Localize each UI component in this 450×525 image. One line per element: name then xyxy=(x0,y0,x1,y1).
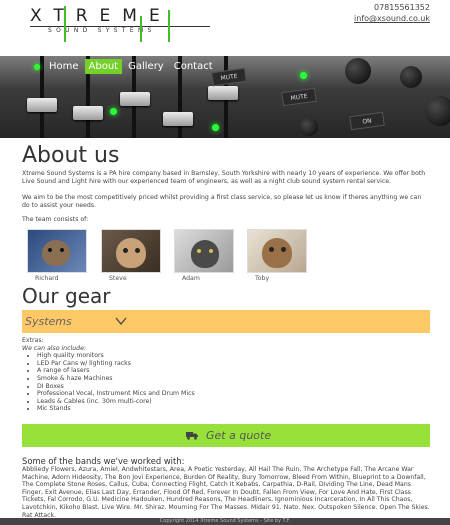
on-button-graphic: ON xyxy=(349,111,385,131)
team-member: Toby xyxy=(247,229,307,282)
get-quote-button[interactable]: Get a quote xyxy=(22,424,430,447)
site-footer: Copyright 2014 Xtreme Sound Systems - Si… xyxy=(0,518,450,525)
team-member-name: Toby xyxy=(255,275,270,282)
nav-item-contact[interactable]: Contact xyxy=(170,59,217,74)
list-item: LED Par Cans w/ lighting racks xyxy=(37,360,422,368)
rotary-knob xyxy=(345,58,371,84)
list-item: Mic Stands xyxy=(37,405,422,413)
phone-number: 07815561352 xyxy=(374,3,430,12)
fader-cap xyxy=(73,106,103,120)
about-section: About us Xtreme Sound Systems is a PA hi… xyxy=(22,143,430,223)
fader-cap xyxy=(208,86,238,100)
list-item: Smoke & haze Machines xyxy=(37,375,422,383)
team-member-name: Steve xyxy=(109,275,127,282)
logo-accent-bar xyxy=(140,16,142,42)
team-member-name: Adam xyxy=(182,275,200,282)
bands-list: Abbliedy Flowers, Azura, Amiel, Andwhite… xyxy=(22,466,430,519)
contact-info: 07815561352 info@xsound.co.uk xyxy=(354,2,430,24)
accordion-label: Systems xyxy=(25,315,72,328)
list-item: High quality monitors xyxy=(37,352,422,360)
extras-section: Extras: We can also include: High qualit… xyxy=(22,337,422,413)
team-member: Adam xyxy=(174,229,234,282)
site-header: XTREME SOUND SYSTEMS 07815561352 info@xs… xyxy=(0,0,450,56)
about-paragraph: Xtreme Sound Systems is a PA hire compan… xyxy=(22,170,426,185)
fader-cap xyxy=(120,92,150,106)
led-indicator xyxy=(110,108,117,115)
team-photo[interactable] xyxy=(101,229,161,273)
logo-accent-bar xyxy=(168,10,170,42)
email-link[interactable]: info@xsound.co.uk xyxy=(354,14,430,23)
team-member: Richard xyxy=(27,229,87,282)
quote-button-content: Get a quote xyxy=(186,429,271,442)
gear-title: Our gear xyxy=(22,284,111,308)
about-paragraph: We aim to be the most competitively pric… xyxy=(22,194,422,209)
mute-button-graphic: MUTE xyxy=(281,87,317,107)
hero-banner: MUTE MUTE ON Home About Gallery Contact xyxy=(0,56,450,138)
led-indicator xyxy=(300,72,307,79)
team-member: Steve xyxy=(101,229,161,282)
logo[interactable]: XTREME SOUND SYSTEMS xyxy=(30,6,212,42)
logo-accent-bar xyxy=(64,6,66,42)
chevron-down-icon xyxy=(115,317,127,326)
rotary-knob xyxy=(425,96,450,126)
quote-button-label: Get a quote xyxy=(206,429,272,442)
nav-indicator-dot xyxy=(34,64,40,70)
list-item: A range of lasers xyxy=(37,367,422,375)
nav-item-home[interactable]: Home xyxy=(45,59,83,74)
led-indicator xyxy=(212,124,219,131)
nav-item-gallery[interactable]: Gallery xyxy=(124,59,168,74)
rotary-knob xyxy=(400,66,422,88)
page-title: About us xyxy=(22,143,120,168)
extras-list: High quality monitors LED Par Cans w/ li… xyxy=(37,352,422,413)
rotary-knob xyxy=(300,118,318,136)
extras-title: Extras: xyxy=(22,337,44,344)
list-item: Professional Vocal, Instrument Mics and … xyxy=(37,390,422,398)
list-item: DI Boxes xyxy=(37,383,422,391)
systems-accordion[interactable]: Systems xyxy=(22,310,430,333)
bands-title: Some of the bands we've worked with: xyxy=(22,456,185,466)
team-label: The team consists of: xyxy=(22,216,89,223)
truck-icon xyxy=(186,432,198,440)
nav-item-about[interactable]: About xyxy=(84,59,123,74)
list-item: Leads & Cables (inc. 30m multi-core) xyxy=(37,398,422,406)
extras-subtitle: We can also include: xyxy=(22,344,86,352)
logo-wordmark: XTREME xyxy=(30,6,172,26)
main-nav: Home About Gallery Contact xyxy=(45,59,219,74)
fader-cap xyxy=(163,112,193,126)
team-photo[interactable] xyxy=(174,229,234,273)
fader-cap xyxy=(27,98,57,112)
team-gallery: Richard Steve Adam Toby xyxy=(27,229,327,284)
fader-slot xyxy=(40,56,44,138)
team-member-name: Richard xyxy=(35,275,59,282)
team-photo[interactable] xyxy=(27,229,87,273)
team-photo[interactable] xyxy=(247,229,307,273)
